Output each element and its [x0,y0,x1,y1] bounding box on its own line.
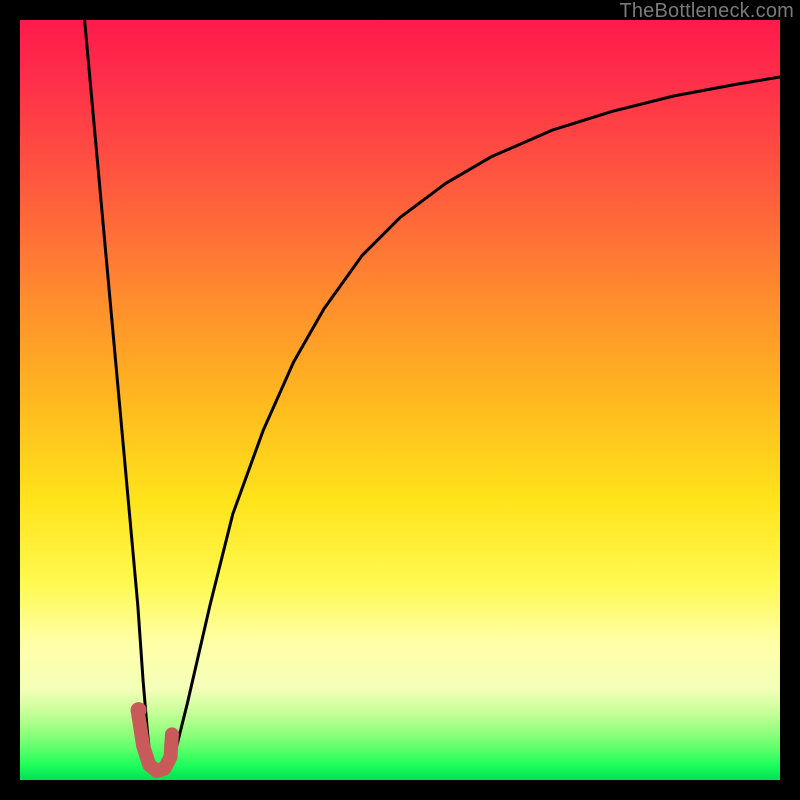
series-marker-stroke [138,712,172,771]
chart-svg [20,20,780,780]
chart-frame [20,20,780,780]
marker-layer [131,702,172,771]
series-right-branch [172,77,780,765]
marker-dot [131,702,147,718]
curve-layer [85,20,780,774]
series-left-branch [85,20,151,765]
